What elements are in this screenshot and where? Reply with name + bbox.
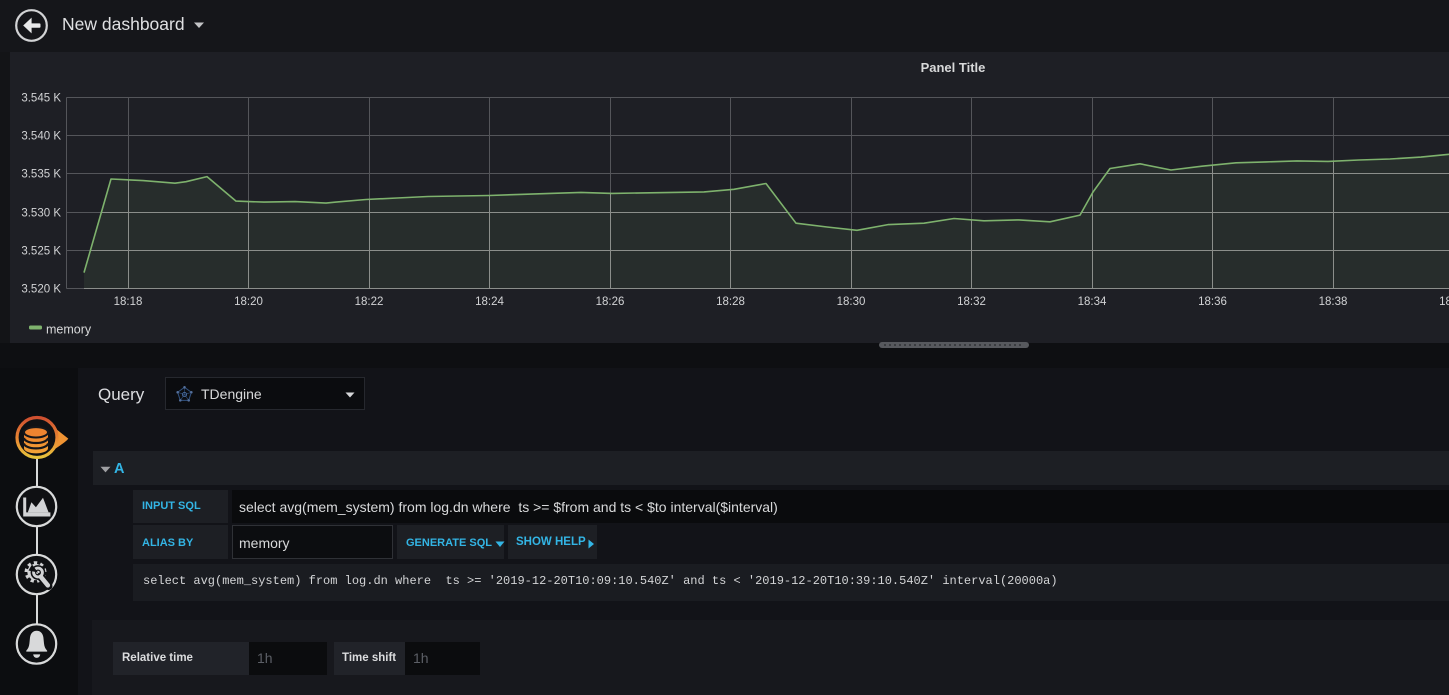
svg-text:3.530 K: 3.530 K [21, 208, 61, 220]
svg-text:18:30: 18:30 [837, 296, 866, 308]
svg-text:18:20: 18:20 [234, 296, 263, 308]
svg-text:Panel Title: Panel Title [921, 60, 986, 75]
svg-text:18:24: 18:24 [475, 296, 504, 308]
svg-text:3.540 K: 3.540 K [21, 131, 61, 143]
svg-text:18:36: 18:36 [1198, 296, 1227, 308]
svg-text:3.535 K: 3.535 K [21, 169, 61, 181]
svg-text:18:38: 18:38 [1319, 296, 1348, 308]
svg-text:memory: memory [46, 323, 92, 337]
svg-text:3.525 K: 3.525 K [21, 246, 61, 258]
svg-text:3.545 K: 3.545 K [21, 93, 61, 105]
svg-text:18:40: 18:40 [1439, 296, 1449, 308]
svg-text:18:26: 18:26 [596, 296, 625, 308]
svg-text:18:18: 18:18 [114, 296, 143, 308]
svg-text:18:34: 18:34 [1078, 296, 1107, 308]
svg-text:18:22: 18:22 [355, 296, 384, 308]
svg-text:3.520 K: 3.520 K [21, 284, 61, 296]
svg-text:18:32: 18:32 [957, 296, 986, 308]
svg-text:18:28: 18:28 [716, 296, 745, 308]
